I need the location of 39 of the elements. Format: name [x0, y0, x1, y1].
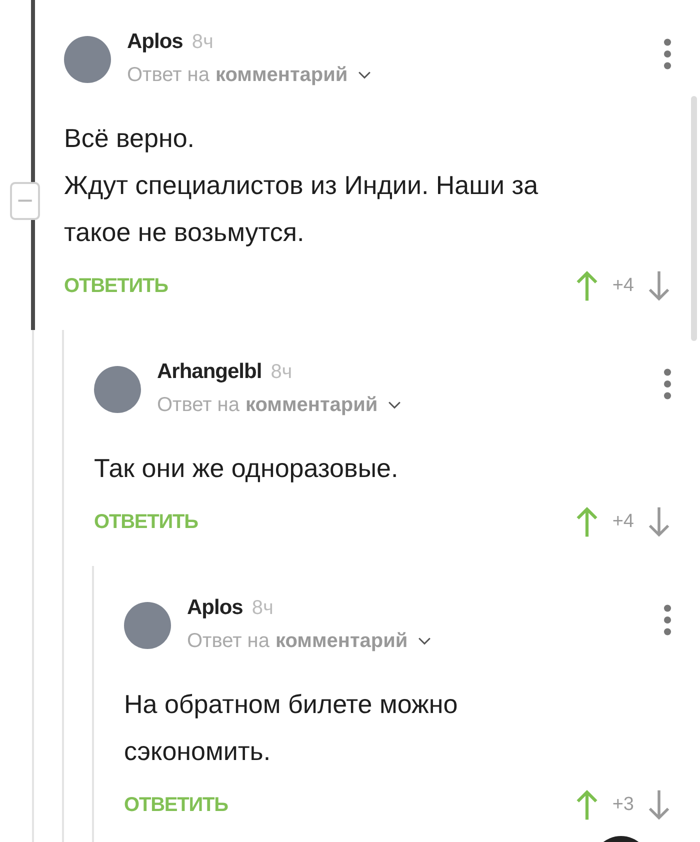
reply-to-label: Ответ на [157, 394, 240, 417]
upvote-arrow-icon[interactable] [576, 506, 598, 538]
author-name[interactable]: Arhangelbl [157, 360, 262, 384]
collapse-button[interactable]: − [10, 182, 40, 220]
upvote-arrow-icon[interactable] [576, 789, 598, 821]
author-name[interactable]: Aplos [187, 596, 243, 620]
comment-text: На обратном билете можно сэкономить. [124, 688, 459, 768]
vote-score: +3 [612, 794, 634, 816]
comment-text: Всё верно. [64, 122, 196, 155]
comment-time: 8ч [270, 361, 292, 384]
reply-target-link[interactable]: комментарий [275, 630, 408, 653]
avatar-placeholder[interactable] [94, 366, 141, 413]
chevron-down-icon[interactable] [358, 71, 371, 80]
author-name[interactable]: Aplos [127, 30, 183, 54]
vote-score: +4 [612, 275, 634, 297]
downvote-arrow-icon[interactable] [648, 270, 670, 302]
downvote-arrow-icon[interactable] [648, 506, 670, 538]
reply-button[interactable]: ОТВЕТИТЬ [124, 794, 228, 816]
comment-text: Ждут специалистов из Индии. Наши за такое не возьмутся. [64, 169, 540, 249]
reply-to-label: Ответ на [187, 630, 270, 653]
comment-text: Так они же одноразовые. [94, 452, 400, 485]
avatar-placeholder[interactable] [64, 36, 111, 83]
chevron-down-icon[interactable] [388, 401, 401, 410]
reply-target-link[interactable]: комментарий [245, 394, 378, 417]
downvote-arrow-icon[interactable] [648, 789, 670, 821]
reply-button[interactable]: ОТВЕТИТЬ [94, 510, 198, 534]
comment-time: 8ч [192, 31, 214, 54]
vote-score: +4 [612, 511, 634, 533]
avatar-placeholder[interactable] [124, 602, 171, 649]
reply-target-link[interactable]: комментарий [215, 64, 348, 87]
more-options-icon[interactable] [663, 604, 672, 636]
upvote-arrow-icon[interactable] [576, 270, 598, 302]
reply-to-label: Ответ на [127, 64, 210, 87]
reply-button[interactable]: ОТВЕТИТЬ [64, 274, 168, 298]
more-options-icon[interactable] [663, 368, 672, 400]
more-options-icon[interactable] [663, 38, 672, 70]
comment-time: 8ч [252, 597, 274, 620]
chevron-down-icon[interactable] [418, 637, 431, 646]
scrollbar[interactable] [691, 96, 697, 341]
